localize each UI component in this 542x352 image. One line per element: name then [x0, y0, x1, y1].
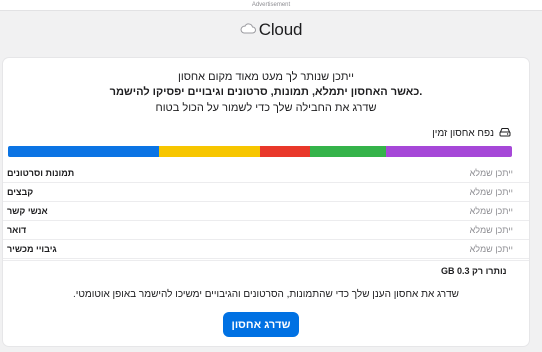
storage-segment-red	[259, 146, 311, 157]
storage-title: נפח אחסון זמין	[432, 127, 511, 140]
storage-row-label: דואר	[7, 225, 27, 235]
storage-breakdown: ייתכן שמלא תמונות וסרטונים ייתכן שמלא קב…	[3, 164, 529, 259]
storage-row-files: ייתכן שמלא קבצים	[3, 183, 529, 202]
intro-line-1: ייתכן שנותר לך מעט מאוד מקום אחסון	[178, 71, 354, 83]
storage-row-value: ייתכן שמלא	[469, 225, 513, 235]
ad-label: Advertisement	[251, 2, 291, 8]
storage-row-label: תמונות וסרטונים	[7, 168, 75, 178]
storage-row-label: קבצים	[7, 187, 34, 197]
storage-row-backups: ייתכן שמלא גיבויי מכשיר	[3, 240, 529, 259]
upgrade-note: .שדרג את אחסון הענן שלך כדי שהתמונות, הס…	[73, 289, 459, 300]
storage-row-photos: ייתכן שמלא תמונות וסרטונים	[3, 164, 529, 183]
storage-row-contacts: ייתכן שמלא אנשי קשר	[3, 202, 529, 221]
storage-title-text: נפח אחסון זמין	[432, 128, 494, 139]
storage-row-value: ייתכן שמלא	[469, 168, 513, 178]
intro-line-2: .כאשר האחסון יתמלא, תמונות, סרטונים וגיב…	[109, 86, 423, 98]
free-space-summary: GB 0.3 נותרו רק	[3, 260, 529, 276]
header: Cloud	[0, 11, 542, 49]
storage-segment-blue	[8, 146, 160, 157]
hard-drive-icon	[499, 127, 511, 140]
free-space-text: GB 0.3 נותרו רק	[441, 266, 507, 276]
storage-segment-yellow	[159, 146, 260, 157]
storage-row-mail: ייתכן שמלא דואר	[3, 221, 529, 240]
cloud-icon	[240, 21, 256, 39]
brand-logo[interactable]: Cloud	[240, 20, 302, 40]
storage-usage-bar	[8, 146, 512, 157]
ad-bar: Advertisement	[0, 0, 542, 11]
storage-segment-green	[310, 146, 386, 157]
storage-row-value: ייתכן שמלא	[469, 206, 513, 216]
brand-name: Cloud	[258, 20, 303, 39]
storage-row-label: אנשי קשר	[7, 206, 48, 216]
storage-segment-purple	[385, 146, 512, 157]
intro-line-3: שדרג את החבילה שלך כדי לשמור על הכול בטו…	[155, 102, 377, 114]
storage-row-value: ייתכן שמלא	[469, 187, 513, 197]
storage-row-label: גיבויי מכשיר	[7, 244, 57, 254]
upgrade-storage-button[interactable]: שדרג אחסון	[223, 312, 299, 337]
storage-card: ייתכן שנותר לך מעט מאוד מקום אחסון .כאשר…	[3, 58, 529, 346]
storage-row-value: ייתכן שמלא	[469, 244, 513, 254]
intro-message: ייתכן שנותר לך מעט מאוד מקום אחסון .כאשר…	[3, 70, 529, 116]
